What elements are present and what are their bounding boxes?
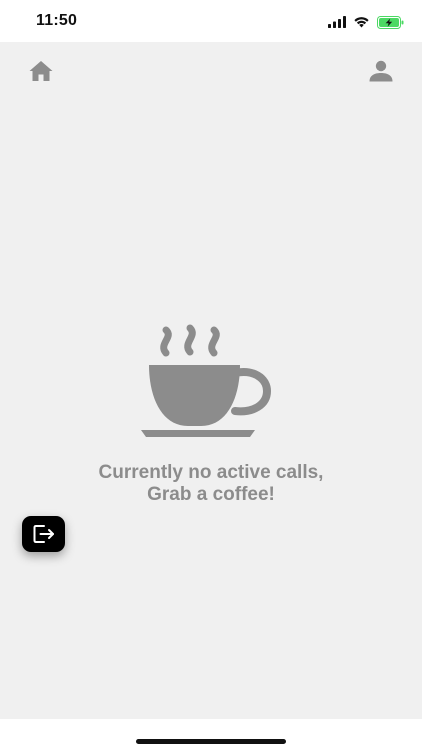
status-bar: 11:50 [0, 0, 422, 42]
coffee-cup-icon [141, 324, 272, 437]
status-time: 11:50 [36, 12, 78, 29]
home-button[interactable] [26, 56, 56, 86]
home-indicator[interactable] [136, 739, 286, 744]
empty-message: Currently no active calls, Grab a coffee… [0, 462, 422, 506]
empty-message-line-1: Currently no active calls, [98, 462, 324, 483]
profile-button[interactable] [366, 56, 396, 86]
status-icons [328, 13, 404, 31]
wifi-icon [354, 17, 369, 28]
app-content: Currently no active calls, Grab a coffee… [0, 42, 422, 719]
logout-icon [33, 525, 54, 543]
empty-state: Currently no active calls, Grab a coffee… [0, 320, 422, 506]
person-icon [369, 60, 393, 82]
logout-button[interactable] [22, 516, 65, 552]
phone-screen: 11:50 Currently no active calls, Grab a … [0, 0, 422, 750]
home-icon [29, 61, 53, 81]
cellular-signal-icon [328, 16, 346, 28]
battery-charging-icon [377, 15, 404, 29]
empty-message-line-2: Grab a coffee! [147, 484, 275, 505]
top-bar [0, 42, 422, 98]
home-indicator-area [0, 719, 422, 750]
